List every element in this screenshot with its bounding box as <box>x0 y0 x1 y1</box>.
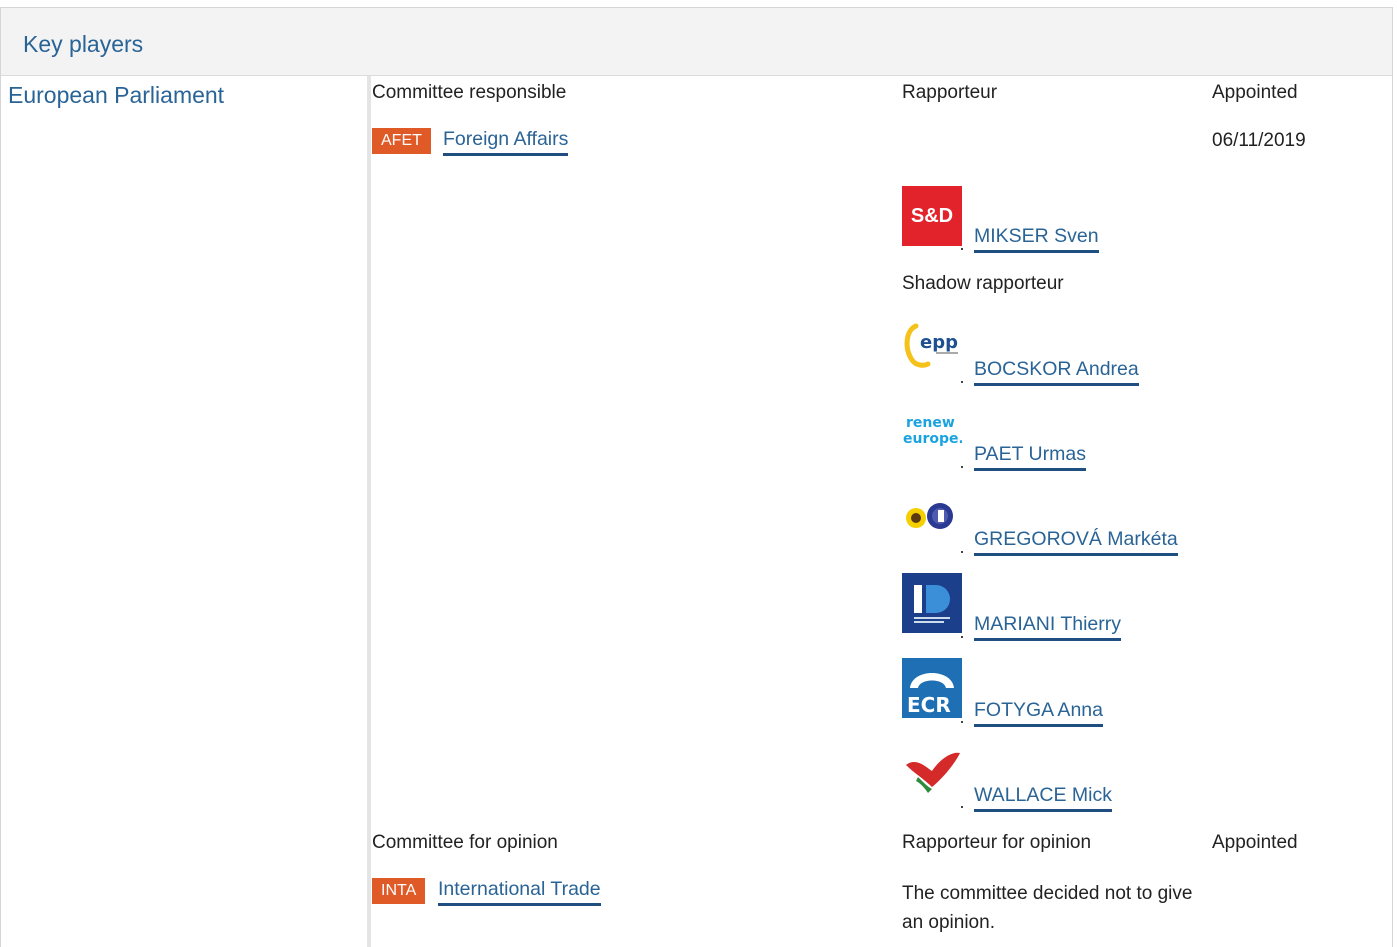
id-group-logo <box>902 573 962 633</box>
committee-badge-afet: AFET <box>372 128 431 154</box>
panel-header: Key players <box>1 8 1392 76</box>
opinion-note: The committee decided not to give an opi… <box>902 883 1193 933</box>
svg-text:ECR: ECR <box>907 693 951 717</box>
col-appointed: Appointed <box>1212 82 1298 103</box>
svg-text:renew: renew <box>906 415 955 431</box>
institution-column: European Parliament <box>1 76 367 947</box>
col-appointed-opinion: Appointed <box>1212 832 1298 853</box>
col-rapporteur: Rapporteur <box>902 82 998 103</box>
col-committee-opinion: Committee for opinion <box>372 832 558 853</box>
svg-text:europe.: europe. <box>903 431 962 447</box>
committee-badge-inta: INTA <box>372 878 426 904</box>
svg-text:epp: epp <box>920 332 958 353</box>
ecr-group-logo: ECR <box>902 658 962 718</box>
greens-efa-group-logo <box>902 488 962 548</box>
committee-link-international-trade[interactable]: International Trade <box>438 878 601 906</box>
shadow-link-gregorova[interactable]: GREGOROVÁ Markéta <box>974 528 1178 556</box>
institution-name: European Parliament <box>8 82 225 108</box>
col-committee-responsible: Committee responsible <box>372 82 567 103</box>
shadow-link-wallace[interactable]: WALLACE Mick <box>974 784 1112 812</box>
panel-title: Key players <box>23 31 144 57</box>
renew-group-logo: renew europe. <box>902 403 962 463</box>
committee-link-foreign-affairs[interactable]: Foreign Affairs <box>443 128 569 156</box>
rapporteur-link-mikser[interactable]: MIKSER Sven <box>974 225 1099 253</box>
gue-ngl-group-logo <box>902 743 962 803</box>
col-rapporteur-opinion: Rapporteur for opinion <box>902 832 1092 853</box>
appointed-date: 06/11/2019 <box>1212 130 1306 151</box>
shadow-link-bocskor[interactable]: BOCSKOR Andrea <box>974 358 1139 386</box>
shadow-link-fotyga[interactable]: FOTYGA Anna <box>974 699 1103 727</box>
sd-group-logo: S&D <box>902 186 962 246</box>
shadow-link-mariani[interactable]: MARIANI Thierry <box>974 613 1121 641</box>
shadow-rapporteur-label: Shadow rapporteur <box>902 273 1064 294</box>
shadow-link-paet[interactable]: PAET Urmas <box>974 443 1086 471</box>
column-divider <box>367 76 371 947</box>
epp-group-logo: epp <box>902 318 962 378</box>
